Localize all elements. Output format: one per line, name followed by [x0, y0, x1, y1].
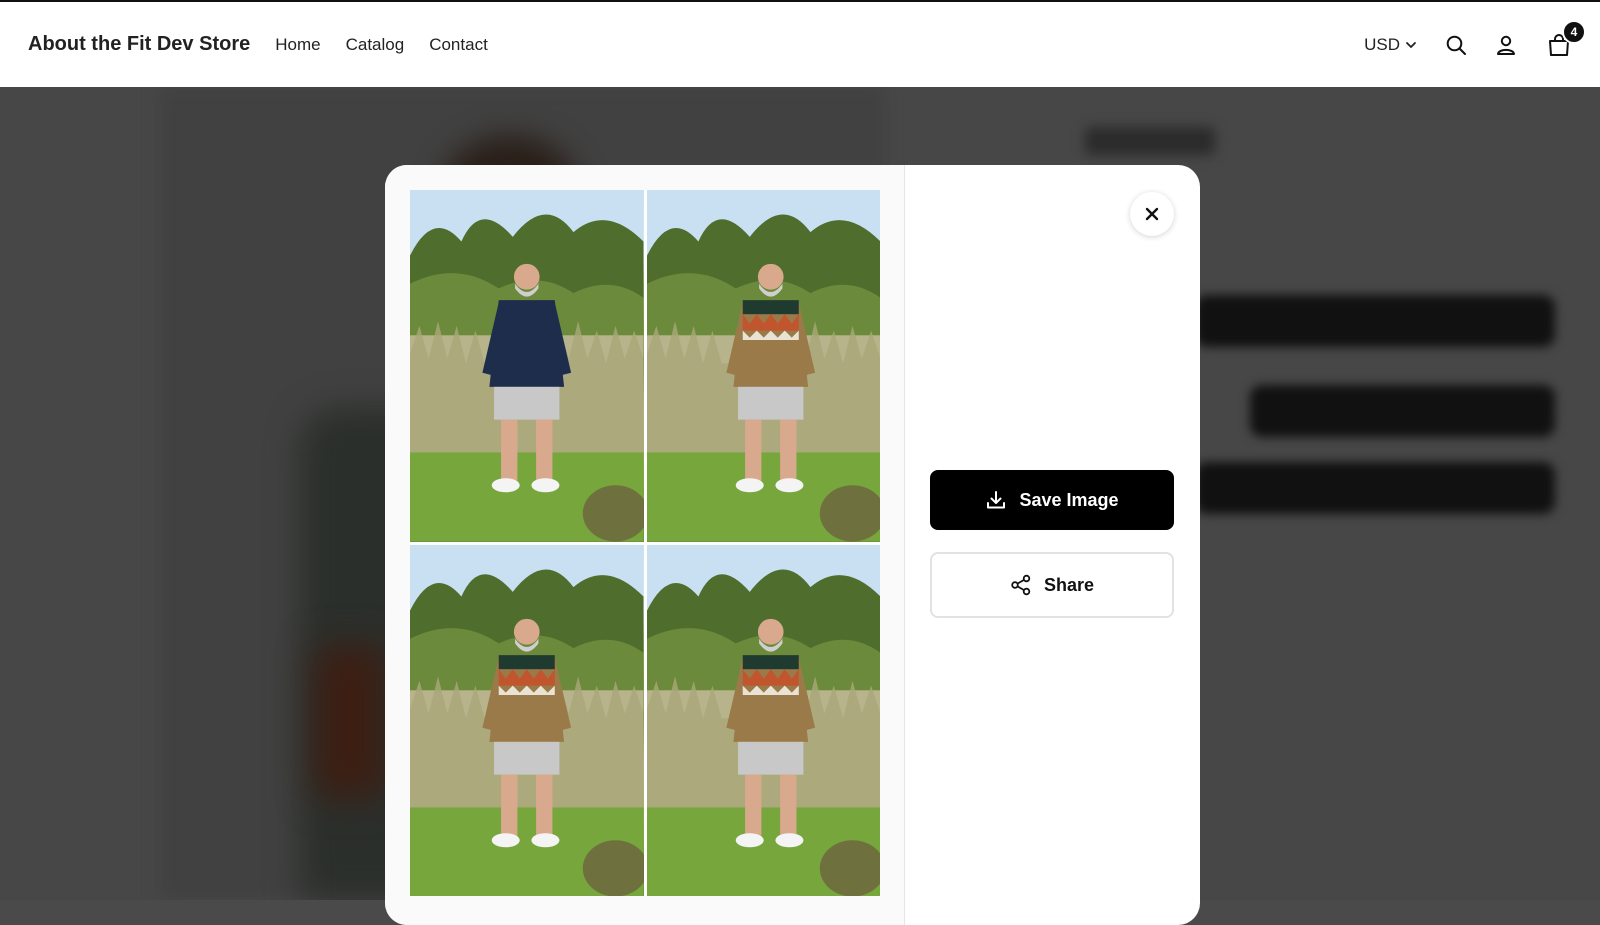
close-button[interactable] [1130, 192, 1174, 236]
image-share-modal: Save Image Share [385, 165, 1200, 925]
collage-preview [385, 165, 905, 925]
background-product-title [1085, 127, 1215, 155]
nav-home[interactable]: Home [275, 35, 320, 55]
background-button [1195, 295, 1555, 347]
site-header: About the Fit Dev Store Home Catalog Con… [0, 0, 1600, 87]
cart-count-badge: 4 [1562, 19, 1586, 44]
background-figure-accent [315, 647, 385, 797]
outfit-collage [410, 190, 880, 896]
search-icon[interactable] [1444, 33, 1468, 57]
close-icon [1145, 207, 1159, 221]
chevron-down-icon [1406, 41, 1416, 48]
currency-label: USD [1364, 34, 1400, 54]
share-icon [1010, 574, 1032, 596]
collage-photo [410, 190, 644, 542]
download-icon [985, 489, 1007, 511]
cart-button[interactable]: 4 [1546, 19, 1586, 58]
header-actions: USD 4 [1364, 19, 1586, 58]
background-button [1195, 462, 1555, 514]
collage-photo [646, 544, 880, 896]
account-icon[interactable] [1494, 33, 1518, 57]
store-name[interactable]: About the Fit Dev Store [28, 33, 250, 56]
background-button [1250, 385, 1555, 437]
save-image-label: Save Image [1019, 489, 1119, 510]
save-image-button[interactable]: Save Image [930, 470, 1174, 530]
main-nav: Home Catalog Contact [275, 35, 513, 55]
collage-photo [410, 544, 644, 896]
nav-catalog[interactable]: Catalog [346, 35, 405, 55]
collage-photo [646, 190, 880, 542]
modal-actions: Save Image Share [905, 165, 1200, 925]
share-label: Share [1043, 574, 1095, 595]
currency-selector[interactable]: USD [1364, 35, 1418, 55]
nav-contact[interactable]: Contact [429, 35, 488, 55]
share-button[interactable]: Share [930, 552, 1174, 618]
